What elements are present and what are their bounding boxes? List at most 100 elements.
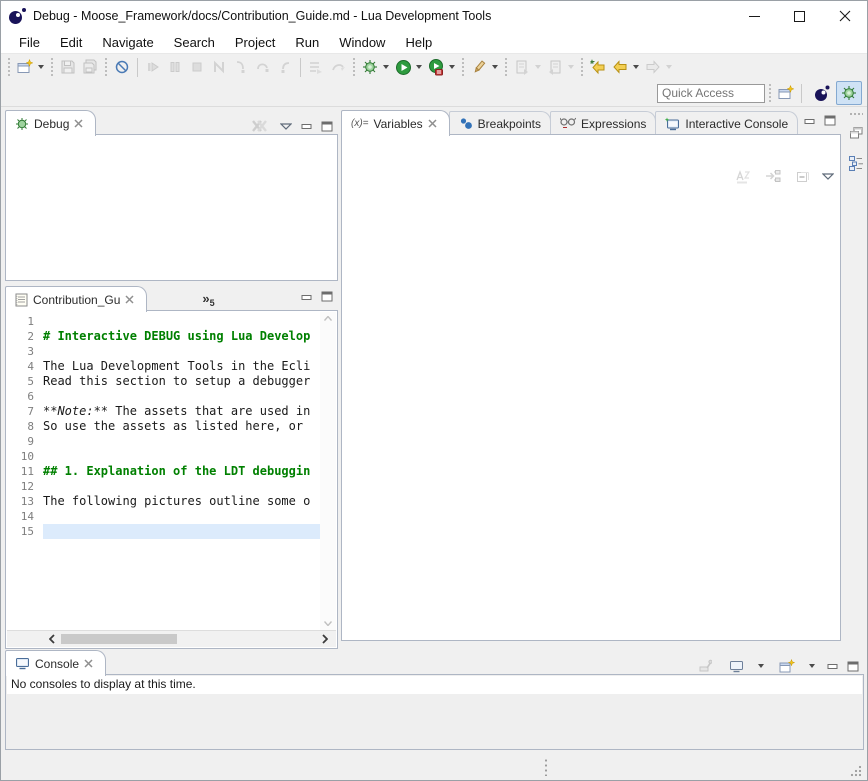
editor-line[interactable]: 2# Interactive DEBUG using Lua Develop xyxy=(7,329,320,344)
editor-line[interactable]: 9 xyxy=(7,434,320,449)
minimize-view-icon[interactable] xyxy=(827,661,838,671)
maximize-view-icon[interactable] xyxy=(824,115,836,126)
debug-perspective-button[interactable] xyxy=(836,81,862,105)
tab-close-icon[interactable] xyxy=(74,119,83,128)
display-selected-console-button[interactable] xyxy=(725,655,747,677)
editor-line[interactable]: 10 xyxy=(7,449,320,464)
menu-navigate[interactable]: Navigate xyxy=(92,31,163,53)
new-wizard-button[interactable] xyxy=(14,56,36,78)
next-annotation-button[interactable] xyxy=(511,56,533,78)
tab-close-icon[interactable] xyxy=(428,119,437,128)
scroll-left-icon[interactable] xyxy=(49,634,55,644)
tab-close-icon[interactable] xyxy=(125,295,134,304)
minimize-view-icon[interactable] xyxy=(301,121,312,131)
view-menu-icon[interactable] xyxy=(822,173,834,180)
tab-breakpoints[interactable]: Breakpoints xyxy=(449,111,551,135)
pin-console-button[interactable] xyxy=(694,655,716,677)
remove-all-terminated-button[interactable] xyxy=(249,115,271,137)
external-tools-dropdown[interactable] xyxy=(492,65,498,69)
disconnect-button[interactable] xyxy=(208,56,230,78)
quick-access-input[interactable] xyxy=(657,84,765,103)
run-dropdown[interactable] xyxy=(416,65,422,69)
coverage-button[interactable] xyxy=(425,56,447,78)
skip-all-breakpoints-button[interactable] xyxy=(111,56,133,78)
suspend-button[interactable] xyxy=(164,56,186,78)
lua-perspective-button[interactable] xyxy=(808,81,834,105)
use-step-filters-button[interactable] xyxy=(305,56,327,78)
new-wizard-dropdown[interactable] xyxy=(38,65,44,69)
view-menu-icon[interactable] xyxy=(280,123,292,130)
menu-help[interactable]: Help xyxy=(395,31,442,53)
editor-line[interactable]: 8So use the assets as listed here, or xyxy=(7,419,320,434)
menu-window[interactable]: Window xyxy=(329,31,395,53)
open-console-button[interactable] xyxy=(776,655,798,677)
save-all-button[interactable] xyxy=(79,56,101,78)
forward-dropdown[interactable] xyxy=(666,65,672,69)
coverage-dropdown[interactable] xyxy=(449,65,455,69)
restore-view-button[interactable] xyxy=(845,122,867,144)
tab-contribution-guide[interactable]: Contribution_Gu xyxy=(5,286,147,312)
collapse-all-button[interactable] xyxy=(792,165,814,187)
horizontal-scroll-thumb[interactable] xyxy=(61,634,177,644)
resize-grip[interactable] xyxy=(850,765,862,777)
show-logical-structure-button[interactable] xyxy=(762,165,784,187)
run-button[interactable] xyxy=(392,56,414,78)
editor-line[interactable]: 15 xyxy=(7,524,320,539)
forward-button[interactable] xyxy=(642,56,664,78)
editor-line[interactable]: 7**Note:** The assets that are used in xyxy=(7,404,320,419)
menu-file[interactable]: File xyxy=(9,31,50,53)
editor-lines[interactable]: 12# Interactive DEBUG using Lua Develop3… xyxy=(7,312,320,630)
menu-project[interactable]: Project xyxy=(225,31,285,53)
minimize-view-icon[interactable] xyxy=(804,116,815,126)
editor-line[interactable]: 1 xyxy=(7,314,320,329)
last-edit-location-button[interactable] xyxy=(587,56,609,78)
editor-line[interactable]: 12 xyxy=(7,479,320,494)
terminate-button[interactable] xyxy=(186,56,208,78)
editor-line[interactable]: 11## 1. Explanation of the LDT debuggin xyxy=(7,464,320,479)
maximize-view-icon[interactable] xyxy=(847,661,859,672)
save-button[interactable] xyxy=(57,56,79,78)
debug-button[interactable] xyxy=(359,56,381,78)
display-console-dropdown[interactable] xyxy=(758,664,764,668)
outline-view-button[interactable] xyxy=(845,152,867,174)
tab-console[interactable]: Console xyxy=(5,650,106,676)
scroll-down-icon[interactable] xyxy=(324,621,332,626)
maximize-view-icon[interactable] xyxy=(321,291,333,302)
resume-button[interactable] xyxy=(142,56,164,78)
open-console-dropdown[interactable] xyxy=(809,664,815,668)
back-dropdown[interactable] xyxy=(633,65,639,69)
maximize-window-button[interactable] xyxy=(777,1,822,31)
external-tools-button[interactable] xyxy=(468,56,490,78)
editor-horizontal-scrollbar[interactable] xyxy=(7,630,336,647)
back-button[interactable] xyxy=(609,56,631,78)
tab-interactive-console[interactable]: Interactive Console xyxy=(655,111,798,135)
previous-annotation-button[interactable] xyxy=(544,56,566,78)
step-over-button[interactable] xyxy=(252,56,274,78)
editor-line[interactable]: 4The Lua Development Tools in the Ecli xyxy=(7,359,320,374)
next-annotation-dropdown[interactable] xyxy=(535,65,541,69)
minimize-view-icon[interactable] xyxy=(301,292,312,302)
debug-dropdown[interactable] xyxy=(383,65,389,69)
menu-run[interactable]: Run xyxy=(285,31,329,53)
edit-step-filters-button[interactable] xyxy=(327,56,349,78)
editor-line[interactable]: 6 xyxy=(7,389,320,404)
hidden-editors-chevron[interactable]: »5 xyxy=(202,291,214,311)
scroll-up-icon[interactable] xyxy=(324,316,332,321)
editor-line[interactable]: 3 xyxy=(7,344,320,359)
editor-vertical-scrollbar[interactable] xyxy=(320,312,336,630)
open-perspective-button[interactable] xyxy=(775,82,797,104)
previous-annotation-dropdown[interactable] xyxy=(568,65,574,69)
fastbar-drag-handle[interactable] xyxy=(849,112,863,116)
tab-debug[interactable]: Debug xyxy=(5,110,96,136)
editor-line[interactable]: 14 xyxy=(7,509,320,524)
menu-edit[interactable]: Edit xyxy=(50,31,92,53)
minimize-window-button[interactable] xyxy=(732,1,777,31)
tab-variables[interactable]: (x)= Variables xyxy=(341,110,450,136)
tab-expressions[interactable]: Expressions xyxy=(550,111,656,135)
statusbar-drag-handle[interactable] xyxy=(544,758,548,776)
menu-search[interactable]: Search xyxy=(164,31,225,53)
step-return-button[interactable] xyxy=(274,56,296,78)
editor-line[interactable]: 13The following pictures outline some o xyxy=(7,494,320,509)
editor-line[interactable]: 5Read this section to setup a debugger xyxy=(7,374,320,389)
show-type-names-button[interactable] xyxy=(732,165,754,187)
